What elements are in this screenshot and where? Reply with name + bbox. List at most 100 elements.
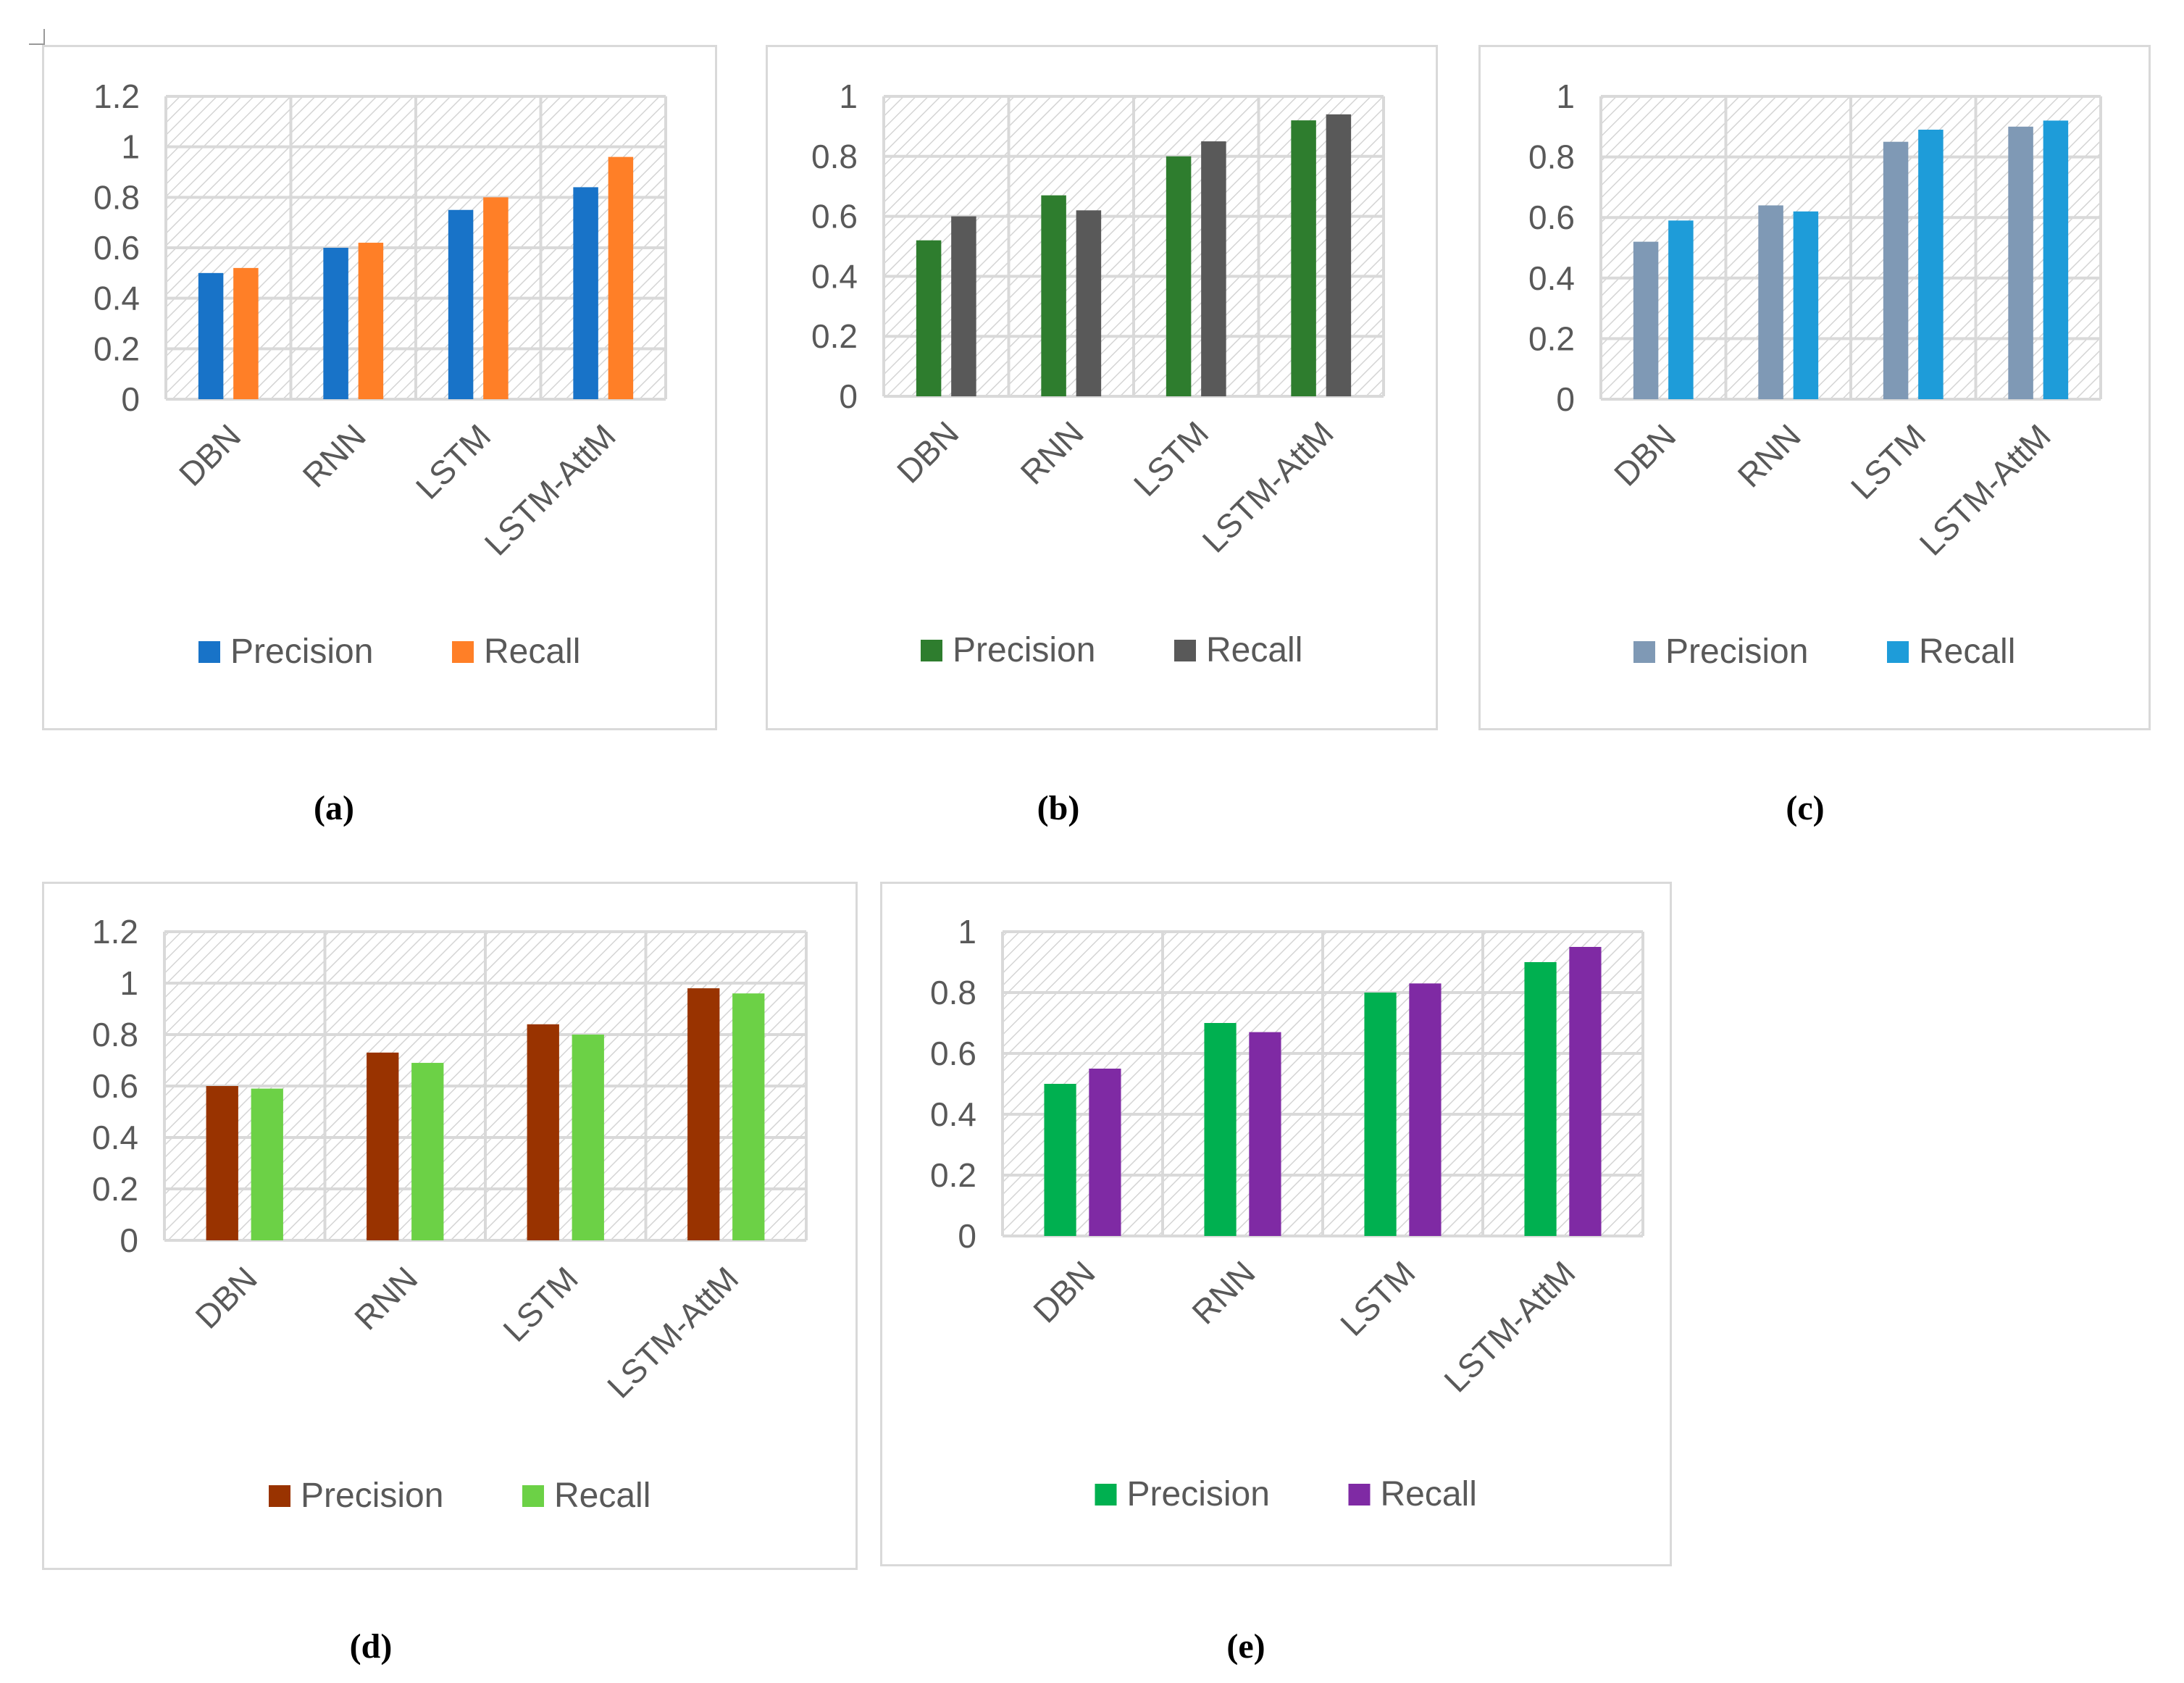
chart-panel-b: 0 0.2 0.4 0.6 0.8 1 DBN RNN LSTM LSTM-AttM Precisi…	[766, 45, 1438, 730]
bar-precision-rnn	[1758, 205, 1783, 399]
y-tick-label: 0.4	[930, 1095, 976, 1133]
bar-precision-lstm-attm	[573, 187, 598, 399]
y-tick-label: 0.2	[93, 330, 140, 367]
bar-recall-rnn	[358, 243, 384, 399]
y-tick-label: 1	[839, 78, 858, 115]
page-corner-mark	[29, 29, 45, 45]
bar-precision-lstm-attm	[1524, 962, 1557, 1236]
legend-label-precision: Precision	[953, 631, 1095, 669]
bar-recall-dbn	[1668, 220, 1694, 399]
legend-label-recall: Recall	[1919, 632, 2015, 671]
x-tick-label: LSTM-AttM	[1912, 417, 2058, 562]
x-tick-label: DBN	[1026, 1253, 1102, 1329]
y-tick-label: 1	[120, 964, 138, 1002]
x-tick-label: RNN	[1013, 414, 1091, 491]
y-tick-label: 0.6	[811, 198, 858, 235]
legend-label-precision: Precision	[230, 632, 373, 671]
caption-b: (b)	[1037, 789, 1080, 827]
legend-swatch-precision	[198, 641, 220, 663]
y-tick-label: 0.4	[811, 257, 858, 295]
x-tick-label: LSTM	[1333, 1253, 1423, 1343]
bar-precision-lstm	[527, 1024, 559, 1240]
legend-label-recall: Recall	[1206, 631, 1302, 669]
y-tick-label: 1	[958, 913, 976, 951]
y-tick-label: 0.4	[92, 1119, 138, 1156]
x-tick-label: LSTM	[1844, 417, 1933, 506]
y-tick-label: 0.8	[811, 138, 858, 175]
bar-recall-lstm	[1409, 983, 1442, 1236]
y-tick-label: 0.6	[1528, 199, 1575, 236]
y-tick-label: 0.6	[93, 229, 140, 267]
bar-recall-rnn	[1793, 211, 1819, 399]
x-tick-label: DBN	[188, 1259, 264, 1335]
bar-precision-lstm	[1364, 993, 1397, 1236]
caption-a: (a)	[314, 789, 354, 827]
bar-precision-rnn	[367, 1052, 399, 1240]
bar-precision-dbn	[206, 1086, 238, 1240]
x-tick-label: RNN	[1731, 417, 1808, 494]
bar-precision-lstm-attm	[687, 988, 720, 1240]
chart-panel-e: 0 0.2 0.4 0.6 0.8 1 DBN RNN LSTM LSTM-AttM Precisi…	[880, 882, 1672, 1566]
bar-recall-lstm	[483, 197, 509, 399]
chart-panel-a: 0 0.2 0.4 0.6 0.8 1 1.2 DBN RNN LSTM LSTM-AttM Prec…	[42, 45, 717, 730]
chart-svg-c: 0 0.2 0.4 0.6 0.8 1 DBN RNN LSTMLSTM-AttM Precisi…	[1528, 78, 2102, 671]
bar-recall-lstm	[1918, 129, 1944, 399]
bar-recall-lstm	[572, 1035, 604, 1240]
y-tick-label: 0.8	[930, 974, 976, 1011]
chart-panel-d: 0 0.2 0.4 0.6 0.8 1 1.2 DBN RNN LSTM LSTM-AttM Prec…	[42, 882, 858, 1570]
bar-precision-dbn	[1633, 241, 1659, 399]
y-tick-label: 0	[839, 377, 858, 415]
x-tick-label: LSTM-AttM	[477, 417, 623, 562]
y-tick-label: 0.2	[930, 1156, 976, 1194]
x-tick-label: DBN	[890, 414, 966, 490]
y-tick-label: 0.2	[811, 317, 858, 355]
bar-precision-rnn	[1041, 195, 1066, 396]
y-tick-label: 0.4	[93, 280, 140, 317]
legend-swatch-recall	[1174, 640, 1196, 661]
bar-precision-lstm	[1883, 141, 1909, 399]
y-tick-label: 0.4	[1528, 259, 1575, 297]
bar-precision-rnn	[1204, 1023, 1237, 1236]
bar-recall-lstm-attm	[732, 993, 765, 1240]
y-tick-label: 0.8	[92, 1016, 138, 1053]
y-tick-label: 0	[121, 380, 140, 418]
y-tick-label: 0.8	[93, 178, 140, 216]
bar-precision-lstm-attm	[2008, 126, 2033, 400]
bar-recall-dbn	[251, 1088, 283, 1240]
bar-recall-lstm-attm	[2043, 120, 2069, 399]
y-tick-label: 0.2	[92, 1170, 138, 1208]
bar-recall-dbn	[951, 216, 976, 396]
bar-recall-dbn	[233, 267, 259, 399]
x-tick-label: DBN	[172, 417, 248, 493]
x-tick-label: LSTM-AttM	[1436, 1253, 1582, 1399]
x-tick-label: LSTM	[409, 417, 498, 506]
legend-swatch-recall	[522, 1485, 544, 1507]
legend-label-precision: Precision	[1127, 1475, 1270, 1513]
legend-label-recall: Recall	[1381, 1475, 1477, 1513]
y-tick-label: 0.8	[1528, 138, 1575, 176]
bar-recall-lstm-attm	[1569, 947, 1602, 1236]
caption-c: (c)	[1786, 789, 1825, 827]
bar-precision-dbn	[1044, 1084, 1076, 1236]
legend-swatch-precision	[1095, 1484, 1117, 1505]
bar-recall-rnn	[411, 1063, 444, 1240]
y-tick-label: 0.2	[1528, 320, 1575, 357]
bar-precision-lstm	[448, 209, 474, 399]
y-tick-label: 1.2	[92, 913, 138, 951]
legend-label-recall: Recall	[484, 632, 580, 671]
chart-panel-c: 0 0.2 0.4 0.6 0.8 1 DBN RNN LSTM LSTM-AttM Precisi…	[1478, 45, 2151, 730]
y-tick-label: 0	[1556, 380, 1575, 418]
y-tick-label: 1	[121, 128, 140, 166]
y-tick-label: 0.6	[930, 1035, 976, 1072]
caption-e: (e)	[1226, 1627, 1265, 1666]
caption-d: (d)	[349, 1627, 393, 1666]
bar-precision-rnn	[323, 248, 348, 399]
bar-recall-dbn	[1089, 1069, 1121, 1236]
bar-recall-lstm-attm	[1326, 114, 1352, 396]
x-tick-label: RNN	[347, 1259, 424, 1337]
chart-svg-e: 0 0.2 0.4 0.6 0.8 1 DBN RNN LSTM LSTM-AttM Precisi…	[930, 913, 1644, 1513]
y-tick-label: 0.6	[92, 1067, 138, 1105]
legend-swatch-recall	[1887, 641, 1909, 663]
legend-label-precision: Precision	[301, 1477, 443, 1515]
x-tick-label: LSTM	[1126, 414, 1216, 504]
